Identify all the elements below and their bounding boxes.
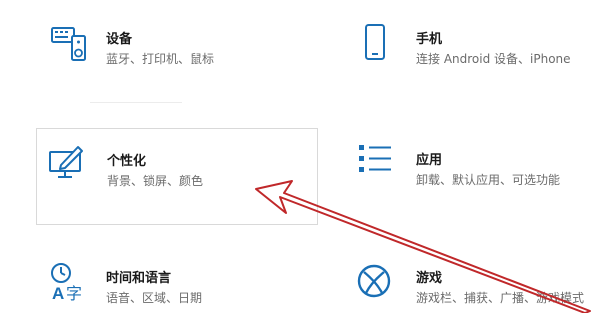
tile-divider [90,102,182,103]
phone-icon [365,24,385,60]
tile-personalization-title: 个性化 [107,154,147,169]
tile-personalization[interactable]: 个性化 背景、锁屏、颜色 [36,128,318,225]
tile-personalization-description: 背景、锁屏、颜色 [107,174,204,188]
tile-phone[interactable]: 手机 连接 Android 设备、iPhone [338,18,600,88]
tile-time-language-description: 语音、区域、日期 [106,291,203,305]
personalization-icon [49,146,83,178]
tile-apps[interactable]: 应用 卸载、默认应用、可选功能 [338,138,600,208]
xbox-icon [357,264,391,298]
tile-devices-description: 蓝牙、打印机、鼠标 [106,52,215,66]
tile-gaming-description: 游戏栏、捕获、广播、游戏模式 [416,291,585,305]
tile-time-language[interactable]: A 字 时间和语言 语音、区域、日期 [36,255,316,313]
tile-devices[interactable]: 设备 蓝牙、打印机、鼠标 [36,18,316,88]
keyboard-speaker-icon [51,27,86,61]
tile-phone-description: 连接 Android 设备、iPhone [416,52,571,66]
tile-apps-title: 应用 [416,153,443,168]
tile-apps-description: 卸载、默认应用、可选功能 [416,173,561,187]
time-language-icon: A 字 [51,263,82,303]
tile-devices-title: 设备 [106,32,133,47]
apps-list-icon [359,145,391,172]
tile-gaming-title: 游戏 [416,271,443,286]
tile-phone-title: 手机 [416,32,443,47]
tile-gaming[interactable]: 游戏 游戏栏、捕获、广播、游戏模式 [338,255,600,313]
svg-text:字: 字 [66,284,82,303]
svg-text:A: A [52,284,64,303]
tile-time-language-title: 时间和语言 [106,271,172,286]
